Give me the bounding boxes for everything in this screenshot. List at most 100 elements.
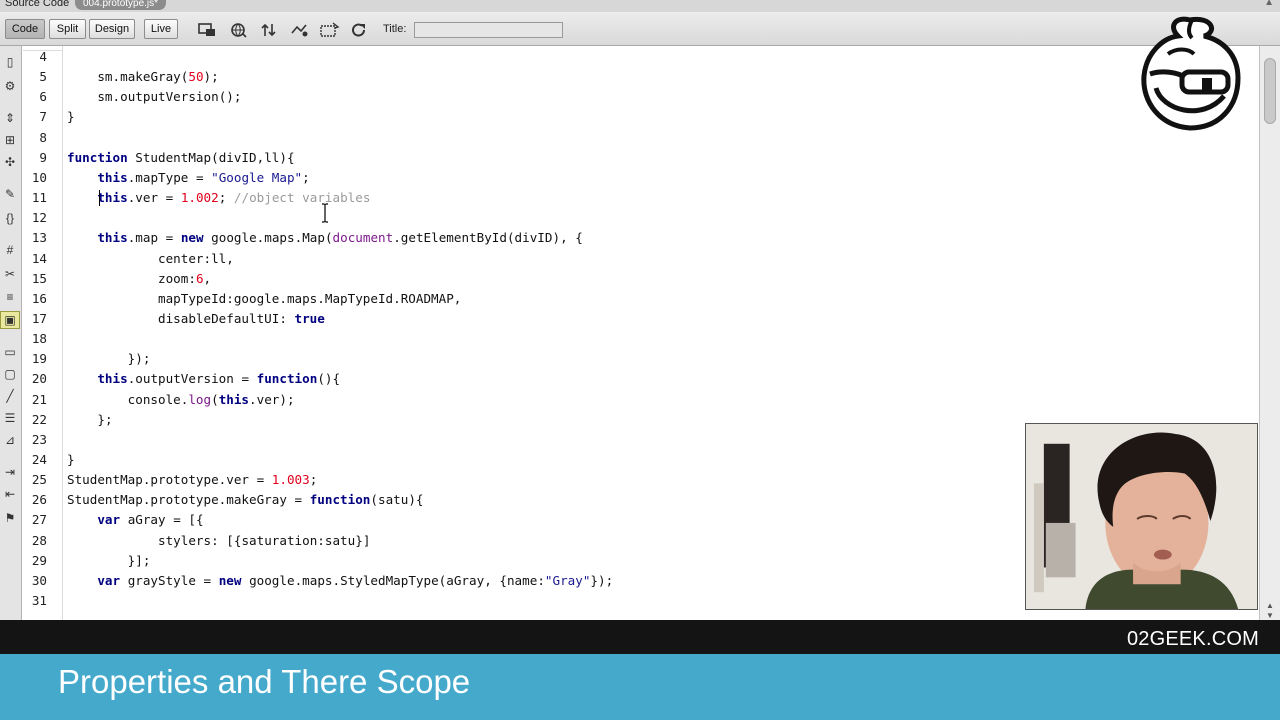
file-transfer-icon[interactable] [259,21,279,39]
outdent-code-icon[interactable]: ⇤ [1,486,19,502]
code-line[interactable]: 14 center:ll, [23,249,1259,269]
line-code: mapTypeId:google.maps.MapTypeId.ROADMAP, [158,291,462,306]
title-input[interactable] [414,22,563,38]
recent-snippets-icon[interactable]: ⚑ [1,510,19,526]
line-code: center:ll, [158,251,234,266]
code-line[interactable]: 20 this.outputVersion = function(){ [23,369,1259,389]
file-tab[interactable]: 004.prototype.js* [75,0,167,10]
outdent-icon[interactable]: ╱ [1,388,19,404]
line-number: 12 [31,210,47,225]
screen: Source Code 004.prototype.js* ▲ Code Spl… [0,0,1280,720]
indent-code-icon[interactable]: ⇥ [1,464,19,480]
select-icon[interactable]: ✣ [1,154,19,170]
line-number: 15 [31,271,47,286]
highlight-icon[interactable]: # [1,242,19,258]
expand-icon[interactable]: ⇕ [1,110,19,126]
vertical-scrollbar[interactable]: ▲ ▼ [1259,46,1280,620]
gear-icon[interactable]: ⚙ [1,78,19,94]
apply-comment-icon[interactable]: ✂ [1,266,19,282]
line-code: }]; [127,553,151,568]
geek-mascot-logo [1141,16,1241,131]
ibeam-cursor-icon [322,203,328,223]
line-number: 20 [31,371,47,386]
line-number: 6 [39,89,47,104]
line-number: 31 [31,593,47,608]
code-line[interactable]: 6 sm.outputVersion(); [23,87,1259,107]
document-toolbar: Code Split Design Live Title: [0,12,1280,46]
code-line[interactable]: 18 [23,329,1259,349]
code-line[interactable]: 4 [23,47,1259,67]
globe-preview-icon[interactable] [229,21,249,39]
line-code: } [67,109,75,124]
line-code: StudentMap.prototype.ver = 1.003; [67,472,318,487]
code-line[interactable]: 9 function StudentMap(divID,ll){ [23,148,1259,168]
line-number: 25 [31,472,47,487]
line-number: 10 [31,170,47,185]
line-number: 14 [31,251,47,266]
filter-icon[interactable]: ▲ [1264,0,1274,8]
indent-icon[interactable]: ▢ [1,366,19,382]
line-code: this.mapType = "Google Map"; [97,170,310,185]
line-number: 22 [31,412,47,427]
line-code: sm.outputVersion(); [97,89,242,104]
title-label: Title: [383,23,407,35]
visual-aids-icon[interactable] [319,21,340,39]
line-number: 29 [31,553,47,568]
line-code: this.outputVersion = function(){ [97,371,341,386]
code-line[interactable]: 16 mapTypeId:google.maps.MapTypeId.ROADM… [23,289,1259,309]
line-code: function StudentMap(divID,ll){ [67,150,295,165]
format-icon[interactable]: ☰ [1,410,19,426]
wrap-tag-icon[interactable]: ▣ [0,311,20,329]
line-number: 26 [31,492,47,507]
syntax-icon[interactable]: ⊿ [1,432,19,448]
refresh-icon[interactable] [349,21,369,39]
code-line[interactable]: 12 [23,208,1259,228]
snippet-icon[interactable]: ▭ [1,344,19,360]
code-line[interactable]: 11 this.ver = 1.002; //object variables [23,188,1259,208]
code-line[interactable]: 13 this.map = new google.maps.Map(docume… [23,228,1259,248]
code-line[interactable]: 15 zoom:6, [23,269,1259,289]
code-line[interactable]: 5 sm.makeGray(50); [23,67,1259,87]
line-number: 9 [39,150,47,165]
line-number: 24 [31,452,47,467]
scroll-up-icon[interactable]: ▲ [1266,601,1274,610]
line-number: 30 [31,573,47,588]
line-code: stylers: [{saturation:satu}] [158,533,371,548]
source-code-label[interactable]: Source Code [5,0,69,9]
document-bar: Source Code 004.prototype.js* ▲ [0,0,1280,12]
code-line[interactable]: 8 [23,128,1259,148]
brand-bar: 02GEEK.COM [0,620,1280,654]
live-view-button[interactable]: Live [144,19,178,39]
line-number: 18 [31,331,47,346]
line-number: 19 [31,351,47,366]
code-line[interactable]: 19 }); [23,349,1259,369]
scrollbar-thumb[interactable] [1264,58,1276,124]
design-view-button[interactable]: Design [89,19,135,39]
brand-name: 02GEEK.COM [1126,628,1259,650]
multiscreen-icon[interactable] [197,21,217,39]
line-number: 21 [31,392,47,407]
line-code: var grayStyle = new google.maps.StyledMa… [97,573,614,588]
code-line[interactable]: 21 console.log(this.ver); [23,390,1259,410]
scroll-down-icon[interactable]: ▼ [1266,611,1274,620]
wrench-icon[interactable]: ✎ [1,186,19,202]
line-number: 8 [39,130,47,145]
line-number: 4 [39,49,47,64]
line-code: this.map = new google.maps.Map(document.… [97,230,583,245]
line-code: }; [97,412,113,427]
split-view-button[interactable]: Split [49,19,86,39]
line-code: console.log(this.ver); [127,392,295,407]
debug-icon[interactable] [289,21,309,39]
collapse-icon[interactable]: ⊞ [1,132,19,148]
code-line[interactable]: 17 disableDefaultUI: true [23,309,1259,329]
line-code: }); [127,351,151,366]
line-number: 23 [31,432,47,447]
code-line[interactable]: 7} [23,107,1259,127]
line-code: var aGray = [{ [97,512,204,527]
remove-comment-icon[interactable]: ≡ [1,289,19,305]
code-line[interactable]: 10 this.mapType = "Google Map"; [23,168,1259,188]
document-icon[interactable]: ▯ [1,54,19,70]
code-view-button[interactable]: Code [5,19,45,39]
braces-icon[interactable]: {} [1,210,19,226]
line-number: 16 [31,291,47,306]
